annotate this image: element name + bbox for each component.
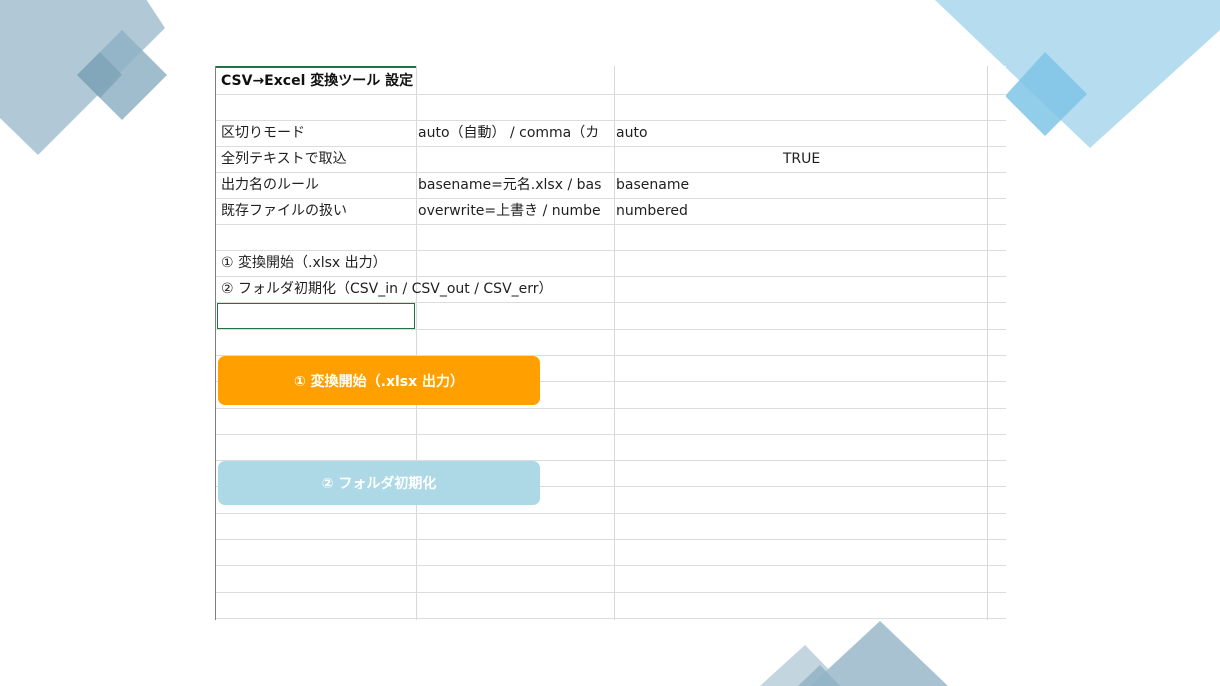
setting-value-delimiter[interactable]: auto bbox=[616, 120, 816, 146]
sheet-title[interactable]: CSV→Excel 変換ツール 設定 bbox=[221, 68, 601, 94]
setting-desc-output-name[interactable]: basename=元名.xlsx / bas bbox=[418, 172, 614, 198]
gridline-col-b bbox=[416, 66, 417, 620]
selected-cell[interactable] bbox=[217, 303, 415, 329]
setting-desc-existing-file[interactable]: overwrite=上書き / numbe bbox=[418, 198, 614, 224]
setting-value-text-import[interactable]: TRUE bbox=[616, 146, 987, 172]
setting-label-output-name[interactable]: 出力名のルール bbox=[221, 172, 413, 198]
gridline-col-d bbox=[987, 66, 988, 620]
decor-bottom bbox=[760, 621, 948, 686]
convert-start-button[interactable]: ① 変換開始（.xlsx 出力） bbox=[218, 356, 540, 405]
setting-desc-text-import[interactable] bbox=[418, 146, 614, 172]
folder-init-button[interactable]: ② フォルダ初期化 bbox=[218, 461, 540, 505]
spreadsheet-grid[interactable]: CSV→Excel 変換ツール 設定 区切りモード auto（自動） / com… bbox=[215, 66, 1006, 620]
note-convert[interactable]: ① 変換開始（.xlsx 出力） bbox=[221, 250, 721, 276]
setting-desc-delimiter[interactable]: auto（自動） / comma（カ bbox=[418, 120, 614, 146]
setting-label-text-import[interactable]: 全列テキストで取込 bbox=[221, 146, 413, 172]
setting-value-output-name[interactable]: basename bbox=[616, 172, 816, 198]
note-folder-init[interactable]: ② フォルダ初期化（CSV_in / CSV_out / CSV_err） bbox=[221, 276, 721, 302]
decor-top-left bbox=[0, 0, 167, 155]
setting-value-existing-file[interactable]: numbered bbox=[616, 198, 816, 224]
setting-label-delimiter[interactable]: 区切りモード bbox=[221, 120, 413, 146]
setting-label-existing-file[interactable]: 既存ファイルの扱い bbox=[221, 198, 413, 224]
gridline-col-c bbox=[614, 66, 615, 620]
